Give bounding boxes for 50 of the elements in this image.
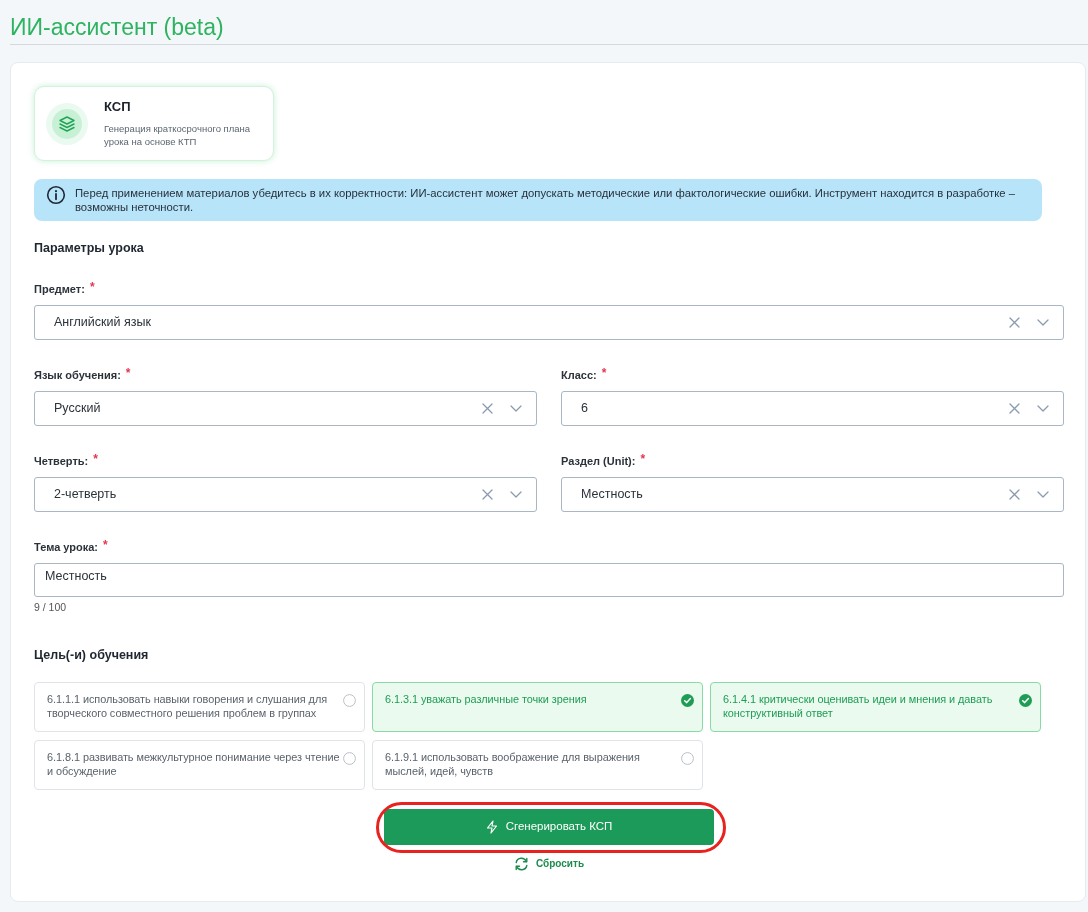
radio-circle-icon	[343, 751, 356, 765]
select-field[interactable]: 6	[561, 391, 1064, 426]
required-asterisk: *	[640, 454, 646, 464]
character-counter: 9 / 100	[34, 601, 67, 614]
clear-icon[interactable]	[482, 489, 493, 500]
clear-icon[interactable]	[1009, 489, 1020, 500]
section-heading: Параметры урока	[34, 240, 145, 256]
layers-icon	[46, 102, 88, 145]
text-area-field[interactable]: Местность	[34, 563, 1064, 597]
section-heading: Цель(-и) обучения	[34, 646, 150, 663]
radio-circle-icon	[681, 751, 694, 765]
required-asterisk: *	[601, 368, 607, 378]
tool-title: КСП	[104, 99, 132, 115]
clear-icon[interactable]	[482, 403, 493, 414]
check-circle-icon	[1019, 693, 1032, 707]
field-label: Предмет:	[34, 282, 85, 296]
field-label: Четверть:	[34, 454, 89, 468]
select-field[interactable]: Русский	[34, 391, 537, 426]
reset-link[interactable]: Сбросить	[513, 856, 585, 871]
refresh-icon	[513, 856, 529, 871]
field-label: Тема урока:	[34, 540, 98, 554]
clear-icon[interactable]	[1009, 317, 1020, 328]
select-field[interactable]: 2-четверть	[34, 477, 537, 512]
page-title: ИИ-ассистент (beta)	[10, 13, 224, 41]
field-label: Класс:	[561, 368, 597, 382]
chevron-down-icon[interactable]	[1037, 491, 1049, 498]
goal-option[interactable]: 6.1.1.1 использовать навыки говорения и слушания для творческого совместного решения проблем в группах	[34, 681, 365, 732]
required-asterisk: *	[125, 368, 131, 378]
clear-icon[interactable]	[1009, 403, 1020, 414]
required-asterisk: *	[93, 454, 98, 464]
field-label: Язык обучения:	[34, 368, 121, 382]
select-field[interactable]: Английский язык	[34, 305, 1064, 340]
goal-option[interactable]: 6.1.9.1 использовать воображение для выражения мыслей, идей, чувств	[372, 739, 703, 790]
chevron-down-icon[interactable]	[1037, 319, 1049, 326]
required-asterisk: *	[89, 282, 95, 292]
check-circle-icon	[681, 693, 694, 707]
chevron-down-icon[interactable]	[1037, 405, 1049, 412]
field-label: Раздел (Unit):	[561, 454, 636, 468]
tool-description: Генерация краткосрочного плана урока на основе КТП	[104, 122, 252, 148]
required-asterisk: *	[103, 540, 108, 550]
chevron-down-icon[interactable]	[510, 405, 522, 412]
chevron-down-icon[interactable]	[510, 491, 522, 498]
tool-card[interactable]: КСП Генерация краткосрочного плана урока на основе КТП	[34, 86, 274, 161]
goal-option[interactable]: 6.1.8.1 развивать межкультурное понимание через чтение и обсуждение	[34, 739, 365, 790]
info-icon	[46, 185, 66, 205]
generate-button[interactable]: Сгенерировать КСП	[384, 808, 714, 845]
select-field[interactable]: Местность	[561, 477, 1064, 512]
radio-circle-icon	[343, 693, 356, 707]
notice-text: Перед применением материалов убедитесь в их корректности: ИИ-ассистент может допускать методические или фактологические ошибки. Инструмент находится в разработке – возможны неточности.	[75, 186, 1016, 214]
lightning-icon	[485, 819, 498, 834]
